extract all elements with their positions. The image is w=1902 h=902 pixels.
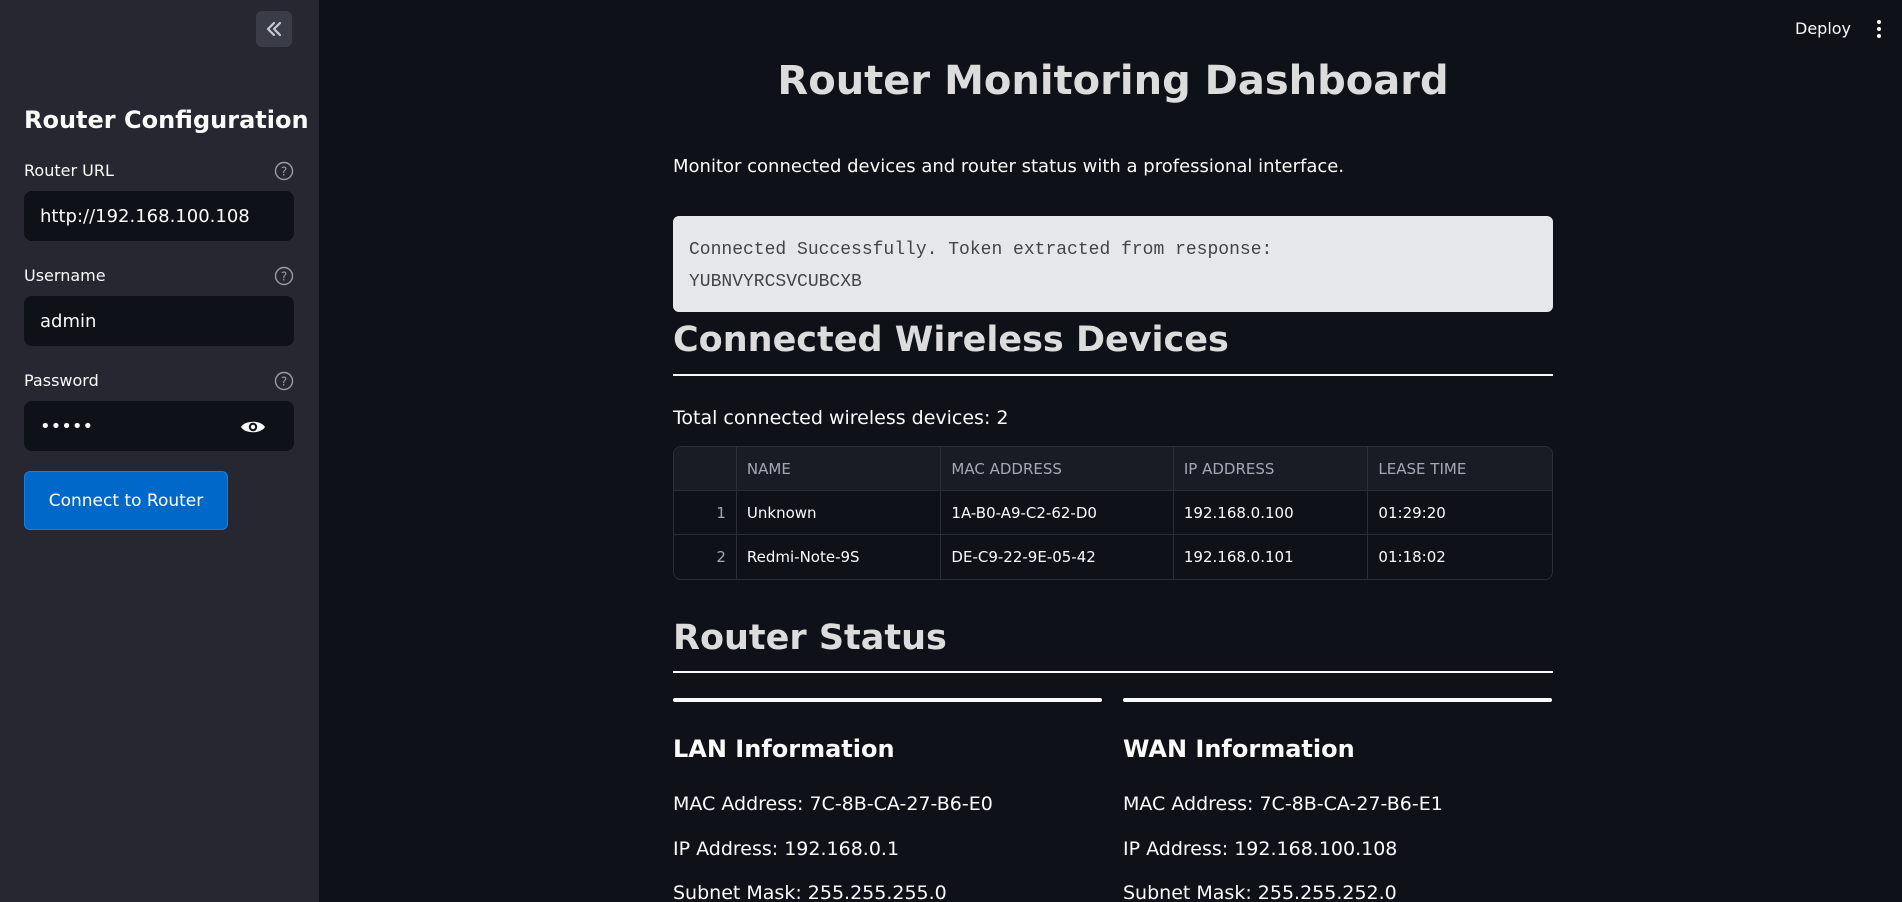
row-index: 2 — [674, 535, 737, 579]
app: Router Configuration Router URL ? Userna… — [0, 0, 1902, 902]
connection-status-box: Connected Successfully. Token extracted … — [673, 216, 1553, 312]
menu-dot — [1877, 34, 1881, 38]
wan-ip: IP Address: 192.168.100.108 — [1123, 838, 1398, 860]
deploy-button[interactable]: Deploy — [1795, 19, 1851, 38]
lan-mac: MAC Address: 7C-8B-CA-27-B6-E0 — [673, 793, 993, 815]
section-divider — [673, 374, 1553, 376]
column-header[interactable]: NAME — [736, 447, 942, 490]
status-token: YUBNVYRCSVCUBCXB — [689, 272, 862, 292]
lan-divider — [673, 698, 1102, 702]
column-header[interactable]: LEASE TIME — [1368, 447, 1552, 490]
device-name-cell[interactable]: Redmi-Note-9S — [737, 535, 942, 579]
ip-address-cell[interactable]: 192.168.0.101 — [1174, 535, 1369, 579]
router-url-label: Router URL — [24, 161, 114, 180]
lease-time-cell[interactable]: 01:18:02 — [1368, 535, 1552, 579]
router-url-input[interactable] — [24, 191, 294, 241]
svg-text:?: ? — [281, 375, 287, 389]
lan-subnet: Subnet Mask: 255.255.255.0 — [673, 882, 947, 902]
collapse-sidebar-button[interactable] — [256, 11, 292, 47]
connect-button[interactable]: Connect to Router — [24, 471, 228, 530]
lan-title: LAN Information — [673, 735, 895, 763]
router-status-heading: Router Status — [673, 618, 947, 658]
devices-heading: Connected Wireless Devices — [673, 320, 1229, 360]
svg-text:?: ? — [281, 270, 287, 284]
table-row[interactable]: 2 Redmi-Note-9S DE-C9-22-9E-05-42 192.16… — [674, 535, 1552, 579]
menu-dot — [1877, 27, 1881, 31]
column-header[interactable]: IP ADDRESS — [1173, 447, 1369, 490]
section-divider — [673, 671, 1553, 673]
devices-table: NAME MAC ADDRESS IP ADDRESS LEASE TIME 1… — [673, 446, 1553, 580]
wan-divider — [1123, 698, 1552, 702]
wan-subnet: Subnet Mask: 255.255.252.0 — [1123, 882, 1397, 902]
router-url-help-icon[interactable]: ? — [274, 161, 294, 181]
sidebar: Router Configuration Router URL ? Userna… — [0, 0, 319, 902]
index-header — [674, 447, 737, 490]
sidebar-title: Router Configuration — [24, 106, 309, 134]
mac-address-cell[interactable]: 1A-B0-A9-C2-62-D0 — [941, 491, 1174, 534]
username-help-icon[interactable]: ? — [274, 266, 294, 286]
column-header[interactable]: MAC ADDRESS — [941, 447, 1174, 490]
status-message: Connected Successfully. Token extracted … — [689, 240, 1273, 260]
wan-mac: MAC Address: 7C-8B-CA-27-B6-E1 — [1123, 793, 1443, 815]
password-label: Password — [24, 371, 99, 390]
device-count: Total connected wireless devices: 2 — [673, 407, 1009, 429]
lan-ip: IP Address: 192.168.0.1 — [673, 838, 900, 860]
table-row[interactable]: 1 Unknown 1A-B0-A9-C2-62-D0 192.168.0.10… — [674, 491, 1552, 535]
wan-title: WAN Information — [1123, 735, 1355, 763]
double-chevron-left-icon — [266, 21, 282, 37]
username-input[interactable] — [24, 296, 294, 346]
mac-address-cell[interactable]: DE-C9-22-9E-05-42 — [941, 535, 1174, 579]
show-password-button[interactable] — [238, 412, 268, 442]
username-label: Username — [24, 266, 106, 285]
password-help-icon[interactable]: ? — [274, 371, 294, 391]
kebab-menu-icon[interactable] — [1871, 17, 1887, 41]
row-index: 1 — [674, 491, 737, 534]
intro-text: Monitor connected devices and router sta… — [673, 156, 1345, 177]
menu-dot — [1877, 20, 1881, 24]
page-title: Router Monitoring Dashboard — [777, 58, 1449, 104]
device-name-cell[interactable]: Unknown — [737, 491, 942, 534]
ip-address-cell[interactable]: 192.168.0.100 — [1174, 491, 1369, 534]
lease-time-cell[interactable]: 01:29:20 — [1368, 491, 1552, 534]
svg-text:?: ? — [281, 165, 287, 179]
table-header-row: NAME MAC ADDRESS IP ADDRESS LEASE TIME — [674, 447, 1552, 491]
eye-icon — [241, 421, 265, 433]
